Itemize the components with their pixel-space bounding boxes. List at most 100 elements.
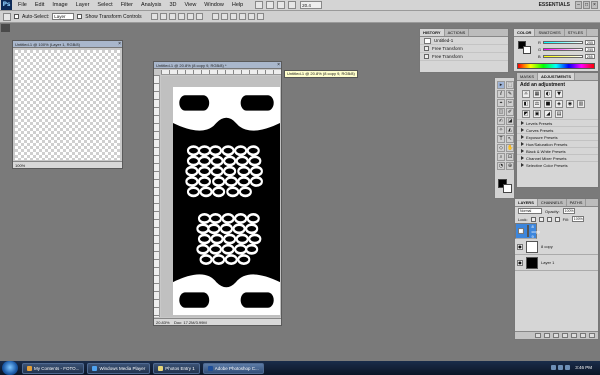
- distribute-bottom-icon[interactable]: [229, 13, 237, 20]
- green-value[interactable]: 255: [585, 47, 596, 52]
- tools-panel-grip[interactable]: [1, 24, 10, 32]
- show-transform-checkbox[interactable]: [77, 14, 83, 19]
- preset-item-black-white[interactable]: Black & White Presets: [517, 147, 598, 154]
- tab-masks[interactable]: MASKS: [517, 73, 539, 80]
- layer-style-icon[interactable]: [544, 333, 550, 338]
- gradient-map-icon[interactable]: ▤: [555, 110, 563, 118]
- lock-position-icon[interactable]: [546, 216, 552, 222]
- lock-transparent-icon[interactable]: [530, 216, 536, 222]
- preset-item-channel-mixer[interactable]: Channel Mixer Presets: [517, 154, 598, 161]
- tray-icon[interactable]: [565, 365, 570, 370]
- taskbar-item[interactable]: Windows Media Player: [87, 362, 151, 374]
- minimize-button[interactable]: –: [575, 1, 582, 9]
- distribute-right-icon[interactable]: [256, 13, 264, 20]
- distribute-middle-icon[interactable]: [220, 13, 228, 20]
- hand-tool-icon[interactable]: ✋: [506, 144, 514, 152]
- document-title[interactable]: Untitled-1 @ 100% (Layer 1, RGB/8): [13, 41, 122, 48]
- menu-3d[interactable]: 3D: [165, 0, 180, 11]
- menu-edit[interactable]: Edit: [31, 0, 48, 11]
- menu-analysis[interactable]: Analysis: [137, 0, 165, 11]
- auto-select-dropdown[interactable]: Layer: [52, 13, 75, 20]
- dodge-tool-icon[interactable]: ◔: [497, 162, 505, 170]
- start-button[interactable]: [2, 361, 18, 375]
- eraser-tool-icon[interactable]: ◭: [506, 126, 514, 134]
- menu-filter[interactable]: Filter: [117, 0, 137, 11]
- tab-color[interactable]: COLOR: [514, 29, 536, 36]
- background-swatch[interactable]: [523, 46, 531, 54]
- add-mask-icon[interactable]: [553, 333, 559, 338]
- slice-tool-icon[interactable]: ✂: [506, 99, 514, 107]
- preset-item-exposure[interactable]: Exposure Presets: [517, 133, 598, 140]
- tab-styles[interactable]: STYLES: [565, 29, 588, 36]
- bridge-icon[interactable]: [255, 1, 264, 9]
- distribute-left-icon[interactable]: [238, 13, 246, 20]
- menu-help[interactable]: Help: [228, 0, 247, 11]
- document-window-1[interactable]: Untitled-1 @ 100% (Layer 1, RGB/8) × 100…: [12, 40, 123, 169]
- brush-tool-icon[interactable]: ✍: [497, 117, 505, 125]
- menu-window[interactable]: Window: [200, 0, 228, 11]
- hue-saturation-icon[interactable]: ⚖: [533, 100, 541, 108]
- preset-item-curves[interactable]: Curves Presets: [517, 126, 598, 133]
- lasso-tool-icon[interactable]: ℓ: [497, 90, 505, 98]
- posterize-icon[interactable]: ▣: [533, 110, 541, 118]
- tab-channels[interactable]: CHANNELS: [538, 199, 567, 206]
- 3d-rotate-icon[interactable]: ⊡: [506, 153, 514, 161]
- tab-history[interactable]: HISTORY: [420, 29, 445, 36]
- maximize-button[interactable]: □: [583, 1, 590, 9]
- opacity-field[interactable]: 100%: [562, 208, 575, 214]
- layer-row[interactable]: ● Layer 1: [515, 255, 598, 271]
- blue-track[interactable]: [542, 55, 583, 58]
- move-tool-icon[interactable]: ▸: [497, 81, 505, 89]
- color-spectrum[interactable]: [517, 63, 595, 69]
- taskbar-item[interactable]: My Contents - FOTO...: [22, 362, 85, 374]
- marquee-tool-icon[interactable]: ⬚: [506, 81, 514, 89]
- document-title[interactable]: Untitled-1 @ 20.8% (8 copy 9, RGB/8) *: [154, 62, 281, 69]
- move-tool-preset-icon[interactable]: [3, 12, 11, 21]
- tray-icon[interactable]: [558, 365, 563, 370]
- mini-bridge-icon[interactable]: [266, 1, 275, 9]
- document-window-2[interactable]: Untitled-1 @ 20.8% (8 copy 9, RGB/8) * ×: [153, 61, 282, 326]
- eye-icon[interactable]: ●: [518, 228, 524, 234]
- type-tool-icon[interactable]: T: [497, 135, 505, 143]
- menu-layer[interactable]: Layer: [72, 0, 94, 11]
- clock[interactable]: 3:46 PM: [575, 361, 592, 375]
- vertical-ruler[interactable]: [154, 75, 160, 317]
- crop-tool-icon[interactable]: ⌖: [497, 99, 505, 107]
- taskbar-item[interactable]: Photos Entry 1: [153, 362, 200, 374]
- levels-icon[interactable]: ▦: [533, 90, 541, 98]
- align-left-icon[interactable]: [177, 13, 185, 20]
- preset-item-hue-saturation[interactable]: Hue/Saturation Presets: [517, 140, 598, 147]
- red-slider[interactable]: R 255: [538, 40, 595, 45]
- align-middle-icon[interactable]: [159, 13, 167, 20]
- align-center-icon[interactable]: [186, 13, 194, 20]
- eye-icon[interactable]: ●: [517, 243, 523, 250]
- healing-brush-icon[interactable]: ✐: [506, 108, 514, 116]
- photo-filter-icon[interactable]: ◉: [566, 100, 574, 108]
- tab-adjustments[interactable]: ADJUSTMENTS: [538, 73, 576, 80]
- layer-name[interactable]: 8 copy 9: [532, 224, 540, 239]
- tray-icon[interactable]: [551, 365, 556, 370]
- close-icon[interactable]: ×: [277, 62, 280, 69]
- pen-tool-icon[interactable]: ⊕: [506, 162, 514, 170]
- delete-layer-icon[interactable]: [589, 333, 595, 338]
- tab-swatches[interactable]: SWATCHES: [535, 29, 565, 36]
- layer-row[interactable]: ● 8 copy 9: [515, 223, 540, 239]
- layer-name[interactable]: 8 copy: [541, 244, 553, 249]
- align-right-icon[interactable]: [195, 13, 203, 20]
- close-button[interactable]: ×: [591, 1, 598, 9]
- auto-select-checkbox[interactable]: [14, 14, 19, 19]
- green-track[interactable]: [543, 48, 584, 51]
- threshold-icon[interactable]: ◢: [544, 110, 552, 118]
- align-top-icon[interactable]: [150, 13, 158, 20]
- align-bottom-icon[interactable]: [168, 13, 176, 20]
- layer-name[interactable]: Layer 1: [541, 260, 554, 265]
- vibrance-icon[interactable]: ◧: [522, 100, 530, 108]
- zoom-indicator[interactable]: 100%: [13, 161, 122, 168]
- transparent-canvas[interactable]: [15, 50, 120, 160]
- black-white-icon[interactable]: ◈: [555, 100, 563, 108]
- history-brush-icon[interactable]: ✧: [497, 126, 505, 134]
- path-selection-icon[interactable]: ↖: [506, 135, 514, 143]
- distribute-top-icon[interactable]: [211, 13, 219, 20]
- blend-mode-dropdown[interactable]: Normal: [518, 208, 542, 214]
- new-layer-icon[interactable]: [580, 333, 586, 338]
